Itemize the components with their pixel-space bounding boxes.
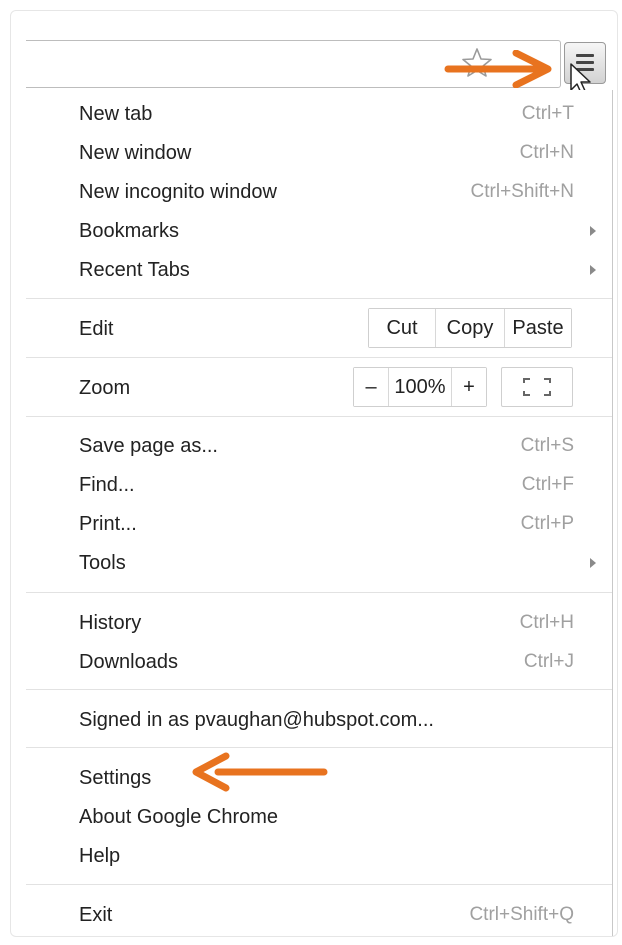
submenu-arrow-icon	[590, 558, 596, 568]
menu-separator	[26, 416, 612, 417]
submenu-arrow-icon	[590, 226, 596, 236]
menu-item-new-tab[interactable]: New tab Ctrl+T	[26, 94, 612, 133]
menu-item-label: Recent Tabs	[79, 259, 190, 281]
zoom-in-button[interactable]: +	[451, 368, 486, 406]
menu-item-shortcut: Ctrl+F	[521, 474, 574, 495]
menu-item-label: Print...	[79, 513, 137, 535]
fullscreen-button[interactable]	[501, 367, 573, 407]
menu-item-about-google-chrome[interactable]: About Google Chrome	[26, 797, 612, 836]
menu-separator	[26, 592, 612, 593]
menu-separator	[26, 747, 612, 748]
menu-item-signed-in[interactable]: Signed in as pvaughan@hubspot.com...	[26, 700, 612, 739]
menu-item-label: Save page as...	[79, 435, 218, 457]
menu-item-downloads[interactable]: Downloads Ctrl+J	[26, 642, 612, 681]
orange-arrow-to-menu-button	[444, 50, 552, 88]
menu-item-label: About Google Chrome	[79, 806, 279, 828]
menu-item-shortcut: Ctrl+P	[520, 513, 574, 534]
zoom-level: 100%	[388, 368, 451, 406]
menu-item-find[interactable]: Find... Ctrl+F	[26, 465, 612, 504]
submenu-arrow-icon	[590, 265, 596, 275]
fullscreen-icon	[523, 378, 551, 396]
zoom-label: Zoom	[79, 377, 131, 399]
cut-button[interactable]: Cut	[369, 309, 435, 347]
menu-item-exit[interactable]: Exit Ctrl+Shift+Q	[26, 895, 612, 934]
menu-item-recent-tabs[interactable]: Recent Tabs	[26, 250, 612, 289]
menu-item-label: History	[79, 612, 142, 634]
menu-separator	[26, 689, 612, 690]
menu-item-print[interactable]: Print... Ctrl+P	[26, 504, 612, 543]
hamburger-icon	[576, 54, 594, 57]
menu-item-shortcut: Ctrl+J	[523, 651, 574, 672]
menu-item-shortcut: Ctrl+Shift+N	[470, 181, 574, 202]
menu-item-history[interactable]: History Ctrl+H	[26, 603, 612, 642]
zoom-button-group: – 100% +	[353, 367, 487, 407]
menu-item-label: Help	[79, 845, 121, 867]
menu-item-label: Bookmarks	[79, 220, 180, 242]
menu-row-zoom: Zoom – 100% +	[26, 358, 612, 416]
menu-item-label: Downloads	[79, 651, 178, 673]
edit-label: Edit	[79, 318, 114, 340]
menu-item-label: New window	[79, 142, 192, 164]
menu-item-label: Settings	[79, 767, 152, 789]
menu-item-bookmarks[interactable]: Bookmarks	[26, 211, 612, 250]
menu-item-shortcut: Ctrl+T	[521, 103, 574, 124]
menu-item-new-window[interactable]: New window Ctrl+N	[26, 133, 612, 172]
edit-button-group: Cut Copy Paste	[368, 308, 572, 348]
menu-item-save-page-as[interactable]: Save page as... Ctrl+S	[26, 426, 612, 465]
zoom-out-button[interactable]: –	[354, 368, 388, 406]
menu-item-shortcut: Ctrl+H	[519, 612, 574, 633]
menu-item-label: Find...	[79, 474, 135, 496]
menu-item-label: Tools	[79, 552, 126, 574]
menu-item-shortcut: Ctrl+N	[519, 142, 574, 163]
chrome-main-menu: New tab Ctrl+T New window Ctrl+N New inc…	[26, 90, 613, 936]
menu-item-new-incognito-window[interactable]: New incognito window Ctrl+Shift+N	[26, 172, 612, 211]
menu-separator	[26, 884, 612, 885]
menu-item-label: Exit	[79, 904, 113, 926]
menu-item-label: New incognito window	[79, 181, 277, 203]
menu-item-help[interactable]: Help	[26, 836, 612, 875]
menu-item-shortcut: Ctrl+S	[520, 435, 574, 456]
orange-arrow-to-settings	[192, 752, 328, 792]
menu-item-label: Signed in as pvaughan@hubspot.com...	[79, 709, 434, 731]
menu-row-edit: Edit Cut Copy Paste	[26, 299, 612, 357]
menu-item-shortcut: Ctrl+Shift+Q	[469, 904, 574, 925]
copy-button[interactable]: Copy	[435, 309, 504, 347]
paste-button[interactable]: Paste	[504, 309, 571, 347]
menu-item-label: New tab	[79, 103, 153, 125]
menu-item-tools[interactable]: Tools	[26, 543, 612, 582]
